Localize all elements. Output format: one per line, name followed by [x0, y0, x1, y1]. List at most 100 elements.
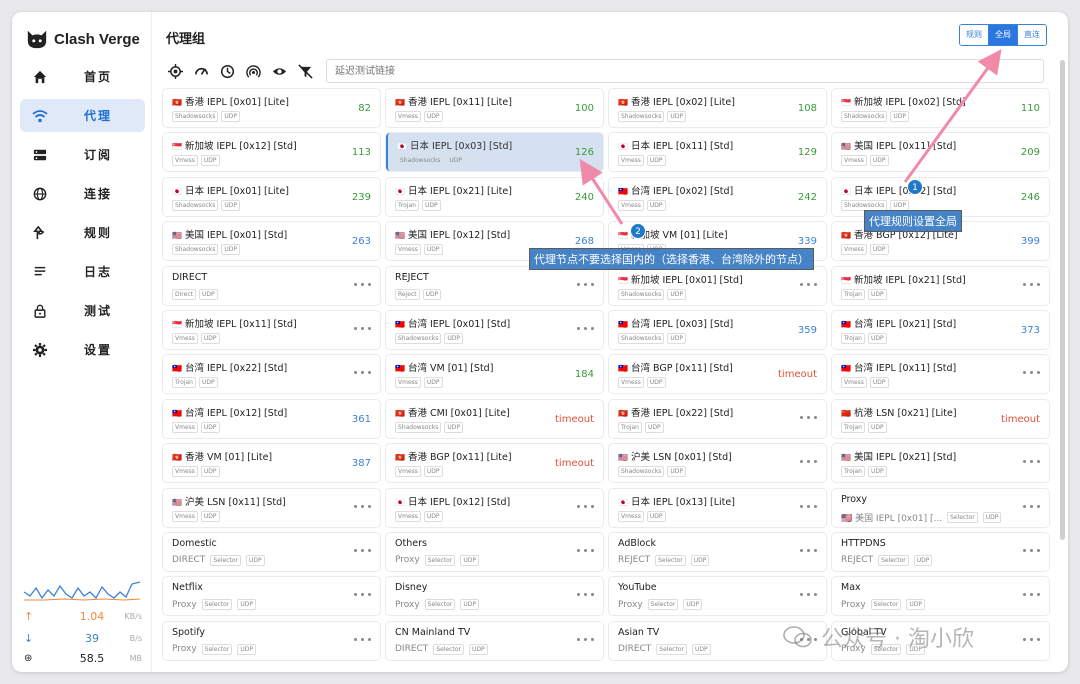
proxy-node-card[interactable]: 🇹🇼 台湾 IEPL [0x03] [Std] Shadowsocks UDP 359 [609, 310, 826, 349]
latency-test-icon[interactable] [1023, 504, 1040, 508]
latency-value[interactable]: 263 [352, 236, 371, 247]
latency-value[interactable]: timeout [778, 369, 817, 380]
proxy-node-card[interactable]: 🇹🇼 台湾 IEPL [0x21] [Std] Trojan UDP 373 [832, 310, 1049, 349]
latency-value[interactable]: 387 [352, 458, 371, 469]
proxy-node-card[interactable]: 🇺🇸 沪美 LSN [0x01] [Std] Shadowsocks UDP [609, 444, 826, 483]
latency-value[interactable]: 399 [1021, 236, 1040, 247]
latency-value[interactable]: 268 [575, 236, 594, 247]
proxy-node-card[interactable]: 🇯🇵 日本 IEPL [0x03] [Std] Shadowsocks UDP 126 [386, 133, 603, 172]
proxy-node-card[interactable]: 🇹🇼 台湾 IEPL [0x11] [Std] Vmess UDP [832, 355, 1049, 394]
proxy-node-card[interactable]: 🇺🇸 美国 IEPL [0x21] [Std] Trojan UDP [832, 444, 1049, 483]
latency-value[interactable]: 113 [352, 147, 371, 158]
proxy-node-card[interactable]: 🇸🇬 新加坡 IEPL [0x11] [Std] Vmess UDP [163, 310, 380, 349]
proxy-group-card[interactable]: Others Proxy Selector UDP [386, 532, 603, 571]
proxy-node-card[interactable]: 🇯🇵 日本 IEPL [0x21] [Lite] Trojan UDP 240 [386, 177, 603, 216]
latency-value[interactable]: 110 [1021, 103, 1040, 114]
sidebar-item-5[interactable]: 日志 [20, 255, 145, 288]
latency-value[interactable]: timeout [555, 458, 594, 469]
latency-value[interactable]: 100 [575, 103, 594, 114]
proxy-node-card[interactable]: 🇭🇰 香港 BGP [0x11] [Lite] Vmess UDP timeout [386, 444, 603, 483]
proxy-node-card[interactable]: REJECT Reject UDP [386, 266, 603, 305]
proxy-node-card[interactable]: 🇹🇼 台湾 IEPL [0x22] [Std] Trojan UDP [163, 355, 380, 394]
latency-test-icon[interactable] [800, 504, 817, 508]
latency-test-icon[interactable] [800, 415, 817, 419]
sidebar-item-7[interactable]: 设置 [20, 333, 145, 366]
mode-button-2[interactable]: 直连 [1018, 25, 1046, 45]
latency-value[interactable]: 240 [575, 192, 594, 203]
proxy-node-card[interactable]: 🇹🇼 台湾 VM [01] [Std] Vmess UDP 184 [386, 355, 603, 394]
latency-test-icon[interactable] [1023, 548, 1040, 552]
latency-test-icon[interactable] [354, 593, 371, 597]
latency-test-icon[interactable] [354, 326, 371, 330]
proxy-node-card[interactable]: DIRECT Direct UDP [163, 266, 380, 305]
proxy-node-card[interactable]: 🇸🇬 新加坡 IEPL [0x02] [Std] Shadowsocks UDP 110 [832, 89, 1049, 127]
latency-value[interactable]: 129 [798, 147, 817, 158]
sidebar-item-4[interactable]: 规则 [20, 216, 145, 249]
proxy-group-card[interactable]: Proxy 🇺🇸 美国 IEPL [0x01] [... Selector UDP [832, 488, 1049, 527]
speed-icon[interactable] [193, 63, 209, 79]
latency-test-icon[interactable] [354, 504, 371, 508]
proxy-node-card[interactable]: 🇹🇼 台湾 IEPL [0x12] [Std] Vmess UDP 361 [163, 399, 380, 438]
sidebar-item-2[interactable]: 订阅 [20, 138, 145, 171]
scrollbar[interactable] [1060, 60, 1065, 540]
latency-test-icon[interactable] [800, 282, 817, 286]
mode-button-1[interactable]: 全局 [989, 25, 1018, 45]
proxy-node-card[interactable]: 🇹🇼 台湾 IEPL [0x02] [Std] Vmess UDP 242 [609, 177, 826, 216]
proxy-group-card[interactable]: CN Mainland TV DIRECT Selector UDP [386, 621, 603, 660]
latency-value[interactable]: timeout [1001, 414, 1040, 425]
latency-test-icon[interactable] [577, 593, 594, 597]
latency-test-icon[interactable] [354, 548, 371, 552]
latency-value[interactable]: 373 [1021, 325, 1040, 336]
latency-test-icon[interactable] [354, 637, 371, 641]
proxy-group-card[interactable]: YouTube Proxy Selector UDP [609, 577, 826, 616]
latency-value[interactable]: 239 [352, 192, 371, 203]
latency-test-icon[interactable] [800, 593, 817, 597]
sidebar-item-3[interactable]: 连接 [20, 177, 145, 210]
latency-value[interactable]: 359 [798, 325, 817, 336]
proxy-node-card[interactable]: 🇺🇸 美国 IEPL [0x01] [Std] Shadowsocks UDP 263 [163, 222, 380, 261]
proxy-node-card[interactable]: 🇸🇬 新加坡 IEPL [0x21] [Std] Trojan UDP [832, 266, 1049, 305]
latency-test-icon[interactable] [577, 637, 594, 641]
latency-value[interactable]: timeout [555, 414, 594, 425]
latency-value[interactable]: 246 [1021, 192, 1040, 203]
proxy-node-card[interactable]: 🇹🇼 台湾 IEPL [0x01] [Std] Shadowsocks UDP [386, 310, 603, 349]
eye-icon[interactable] [271, 63, 287, 79]
proxy-node-card[interactable]: 🇭🇰 香港 IEPL [0x01] [Lite] Shadowsocks UDP 82 [163, 89, 380, 127]
proxy-node-card[interactable]: 🇭🇰 香港 CMI [0x01] [Lite] Shadowsocks UDP time… [386, 399, 603, 438]
proxy-node-card[interactable]: 🇸🇬 新加坡 IEPL [0x01] [Std] Shadowsocks UDP [609, 266, 826, 305]
mode-button-0[interactable]: 规则 [960, 25, 989, 45]
proxy-group-card[interactable]: Max Proxy Selector UDP [832, 577, 1049, 616]
proxy-node-card[interactable]: 🇭🇰 香港 IEPL [0x22] [Std] Trojan UDP [609, 399, 826, 438]
latency-test-icon[interactable] [1023, 460, 1040, 464]
latency-value[interactable]: 242 [798, 192, 817, 203]
latency-test-icon[interactable] [577, 282, 594, 286]
latency-test-icon[interactable] [577, 326, 594, 330]
proxy-group-card[interactable]: Domestic DIRECT Selector UDP [163, 532, 380, 571]
test-url-input[interactable] [326, 59, 1044, 83]
proxy-node-card[interactable]: 🇭🇰 香港 VM [01] [Lite] Vmess UDP 387 [163, 444, 380, 483]
proxy-group-card[interactable]: Spotify Proxy Selector UDP [163, 621, 380, 660]
clock-icon[interactable] [219, 63, 235, 79]
proxy-group-card[interactable]: AdBlock REJECT Selector UDP [609, 532, 826, 571]
signal-icon[interactable] [245, 63, 261, 79]
latency-value[interactable]: 126 [575, 147, 594, 158]
proxy-node-card[interactable]: 🇸🇬 新加坡 IEPL [0x12] [Std] Vmess UDP 113 [163, 133, 380, 172]
proxy-node-card[interactable]: 🇯🇵 日本 IEPL [0x01] [Lite] Shadowsocks UDP 239 [163, 177, 380, 216]
proxy-node-card[interactable]: 🇹🇼 台湾 BGP [0x11] [Std] Vmess UDP timeout [609, 355, 826, 394]
proxy-node-card[interactable]: 🇺🇸 美国 IEPL [0x11] [Std] Vmess UDP 209 [832, 133, 1049, 172]
latency-test-icon[interactable] [1023, 371, 1040, 375]
latency-test-icon[interactable] [800, 548, 817, 552]
sidebar-item-6[interactable]: 测试 [20, 294, 145, 327]
latency-value[interactable]: 82 [358, 103, 371, 114]
latency-test-icon[interactable] [354, 282, 371, 286]
proxy-node-card[interactable]: 🇭🇰 香港 IEPL [0x11] [Lite] Vmess UDP 100 [386, 89, 603, 127]
proxy-node-card[interactable]: 🇨🇳 杭港 LSN [0x21] [Lite] Trojan UDP timeout [832, 399, 1049, 438]
latency-test-icon[interactable] [577, 504, 594, 508]
latency-test-icon[interactable] [577, 548, 594, 552]
proxy-node-card[interactable]: 🇯🇵 日本 IEPL [0x12] [Std] Vmess UDP [386, 488, 603, 527]
proxy-node-card[interactable]: 🇺🇸 沪美 LSN [0x11] [Std] Vmess UDP [163, 488, 380, 527]
latency-test-icon[interactable] [1023, 593, 1040, 597]
latency-value[interactable]: 361 [352, 414, 371, 425]
latency-value[interactable]: 339 [798, 236, 817, 247]
latency-test-icon[interactable] [1023, 637, 1040, 641]
